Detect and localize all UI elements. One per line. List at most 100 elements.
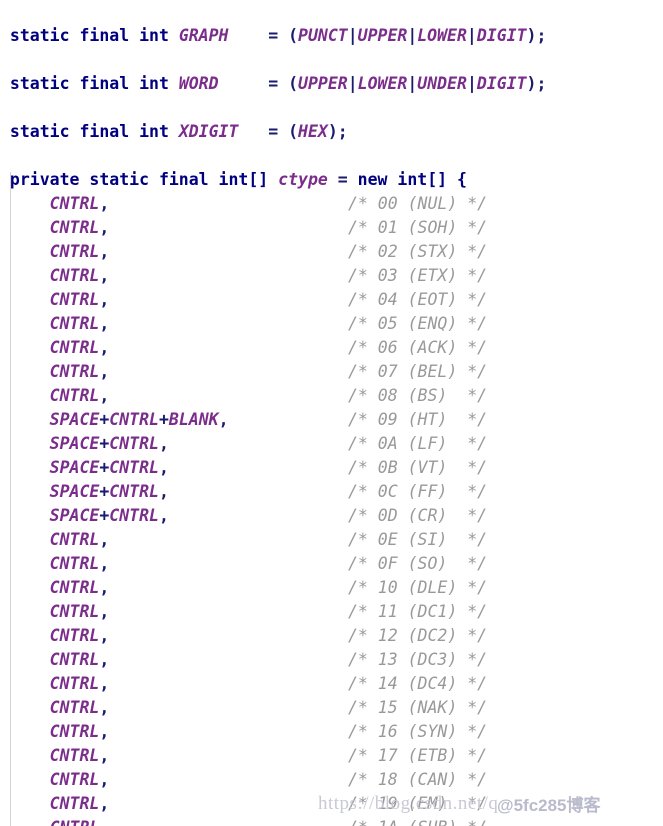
indent-spaces [0,242,50,261]
flag-constant: CNTRL [49,386,100,405]
flag-constant: CNTRL [109,482,159,501]
table-row[interactable]: CNTRL, /* 02 (STX) */ [0,240,663,264]
table-row[interactable]: CNTRL, /* 03 (ETX) */ [0,264,663,288]
comma: , [99,362,110,381]
comma: , [99,242,110,261]
indent-spaces [0,266,50,285]
row-value: CNTRL, [0,746,110,765]
constant-name: GRAPH [178,26,229,45]
plus-operator: + [99,410,110,429]
indent-spaces [0,578,50,597]
bitwise-or-operator: | [347,74,358,93]
row-value: CNTRL, [0,290,110,309]
table-row[interactable]: SPACE+CNTRL+BLANK,/* 09 (HT) */ [0,408,663,432]
table-row[interactable]: SPACE+CNTRL, /* 0C (FF) */ [0,480,663,504]
table-row[interactable]: CNTRL, /* 08 (BS) */ [0,384,663,408]
row-value: CNTRL, [0,650,110,669]
indent-spaces [0,746,50,765]
table-row[interactable]: CNTRL, /* 00 (NUL) */ [0,192,663,216]
close-paren-semicolon: ); [526,26,547,45]
flag-constant: CNTRL [50,818,100,826]
table-row[interactable]: CNTRL, /* 12 (DC2) */ [0,624,663,648]
comma: , [99,794,110,813]
table-row[interactable]: CNTRL, /* 07 (BEL) */ [0,360,663,384]
row-comment: /* 19 (EM) */ [348,794,488,813]
table-row[interactable]: CNTRL, /* 18 (CAN) */ [0,768,663,792]
flag-constant: CNTRL [49,194,100,213]
comma: , [99,266,110,285]
keyword-modifiers: private static final int[] [0,170,279,189]
flag-constant: CNTRL [49,218,100,237]
row-value: CNTRL, [0,362,110,381]
comma: , [99,674,110,693]
assignment-operator: = [218,74,289,93]
table-row[interactable]: CNTRL, /* 17 (ETB) */ [0,744,663,768]
table-row[interactable]: CNTRL, /* 06 (ACK) */ [0,336,663,360]
flag-constant: SPACE [49,434,100,453]
statement-line[interactable]: static final int XDIGIT = (HEX); [0,120,663,144]
table-row[interactable]: SPACE+CNTRL, /* 0D (CR) */ [0,504,663,528]
table-row[interactable]: CNTRL, /* 16 (SYN) */ [0,720,663,744]
row-comment: /* 0A (LF) */ [348,434,488,453]
indent-spaces [0,314,50,333]
indent-spaces [0,530,50,549]
table-row[interactable]: CNTRL, /* 11 (DC1) */ [0,600,663,624]
comma: , [158,482,169,501]
table-row[interactable]: CNTRL, /* 04 (EOT) */ [0,288,663,312]
plus-operator: + [99,458,110,477]
comma: , [99,650,110,669]
constant-declarations: static final int GRAPH = (PUNCT|UPPER|LO… [0,0,663,144]
flag-constant: UPPER [357,26,408,45]
indent-spaces [0,554,50,573]
flag-constant: PUNCT [298,26,348,45]
table-row[interactable]: CNTRL, /* 0F (SO) */ [0,552,663,576]
table-row[interactable]: CNTRL, /* 15 (NAK) */ [0,696,663,720]
flag-constant: CNTRL [49,290,100,309]
table-row[interactable]: CNTRL, /* 1A (SUB) */ [0,816,663,826]
table-row[interactable]: CNTRL, /* 13 (DC3) */ [0,648,663,672]
statement-line[interactable]: static final int WORD = (UPPER|LOWER|UND… [0,72,663,96]
comma: , [99,818,109,826]
flag-constant: CNTRL [49,578,100,597]
array-declaration-line[interactable]: private static final int[] ctype = new i… [0,168,663,192]
indent-spaces [0,818,50,826]
close-paren-semicolon: ); [526,74,547,93]
flag-constant: CNTRL [49,698,100,717]
table-row[interactable]: CNTRL, /* 01 (SOH) */ [0,216,663,240]
comma: , [99,338,110,357]
row-comment: /* 14 (DC4) */ [348,674,488,693]
row-value: CNTRL, [0,266,110,285]
comma: , [99,290,110,309]
table-row[interactable]: CNTRL, /* 10 (DLE) */ [0,576,663,600]
table-row[interactable]: CNTRL, /* 19 (EM) */ [0,792,663,816]
row-comment: /* 03 (ETX) */ [348,266,488,285]
indent-spaces [0,650,50,669]
code-block: static final int GRAPH = (PUNCT|UPPER|LO… [0,0,663,826]
row-comment: /* 0B (VT) */ [348,458,488,477]
table-row[interactable]: CNTRL, /* 05 (ENQ) */ [0,312,663,336]
comma: , [99,722,110,741]
row-value: CNTRL, [0,794,110,813]
table-row[interactable]: CNTRL, /* 14 (DC4) */ [0,672,663,696]
flag-constant: CNTRL [49,794,100,813]
indent-spaces [0,290,50,309]
table-row[interactable]: SPACE+CNTRL, /* 0A (LF) */ [0,432,663,456]
row-value: SPACE+CNTRL+BLANK, [0,410,229,429]
comma: , [99,530,110,549]
flag-constant: CNTRL [49,266,100,285]
keyword-modifiers: static final int [0,74,179,93]
indent-spaces [0,482,50,501]
flag-constant: CNTRL [49,362,100,381]
comma: , [218,410,229,429]
open-paren: ( [288,74,299,93]
table-row[interactable]: CNTRL, /* 0E (SI) */ [0,528,663,552]
flag-constant: CNTRL [49,242,100,261]
row-value: SPACE+CNTRL, [0,506,169,525]
row-value: SPACE+CNTRL, [0,482,169,501]
row-value: CNTRL, [0,578,110,597]
statement-line[interactable]: static final int GRAPH = (PUNCT|UPPER|LO… [0,24,663,48]
row-comment: /* 17 (ETB) */ [348,746,488,765]
flag-constant: CNTRL [49,314,100,333]
table-row[interactable]: SPACE+CNTRL, /* 0B (VT) */ [0,456,663,480]
